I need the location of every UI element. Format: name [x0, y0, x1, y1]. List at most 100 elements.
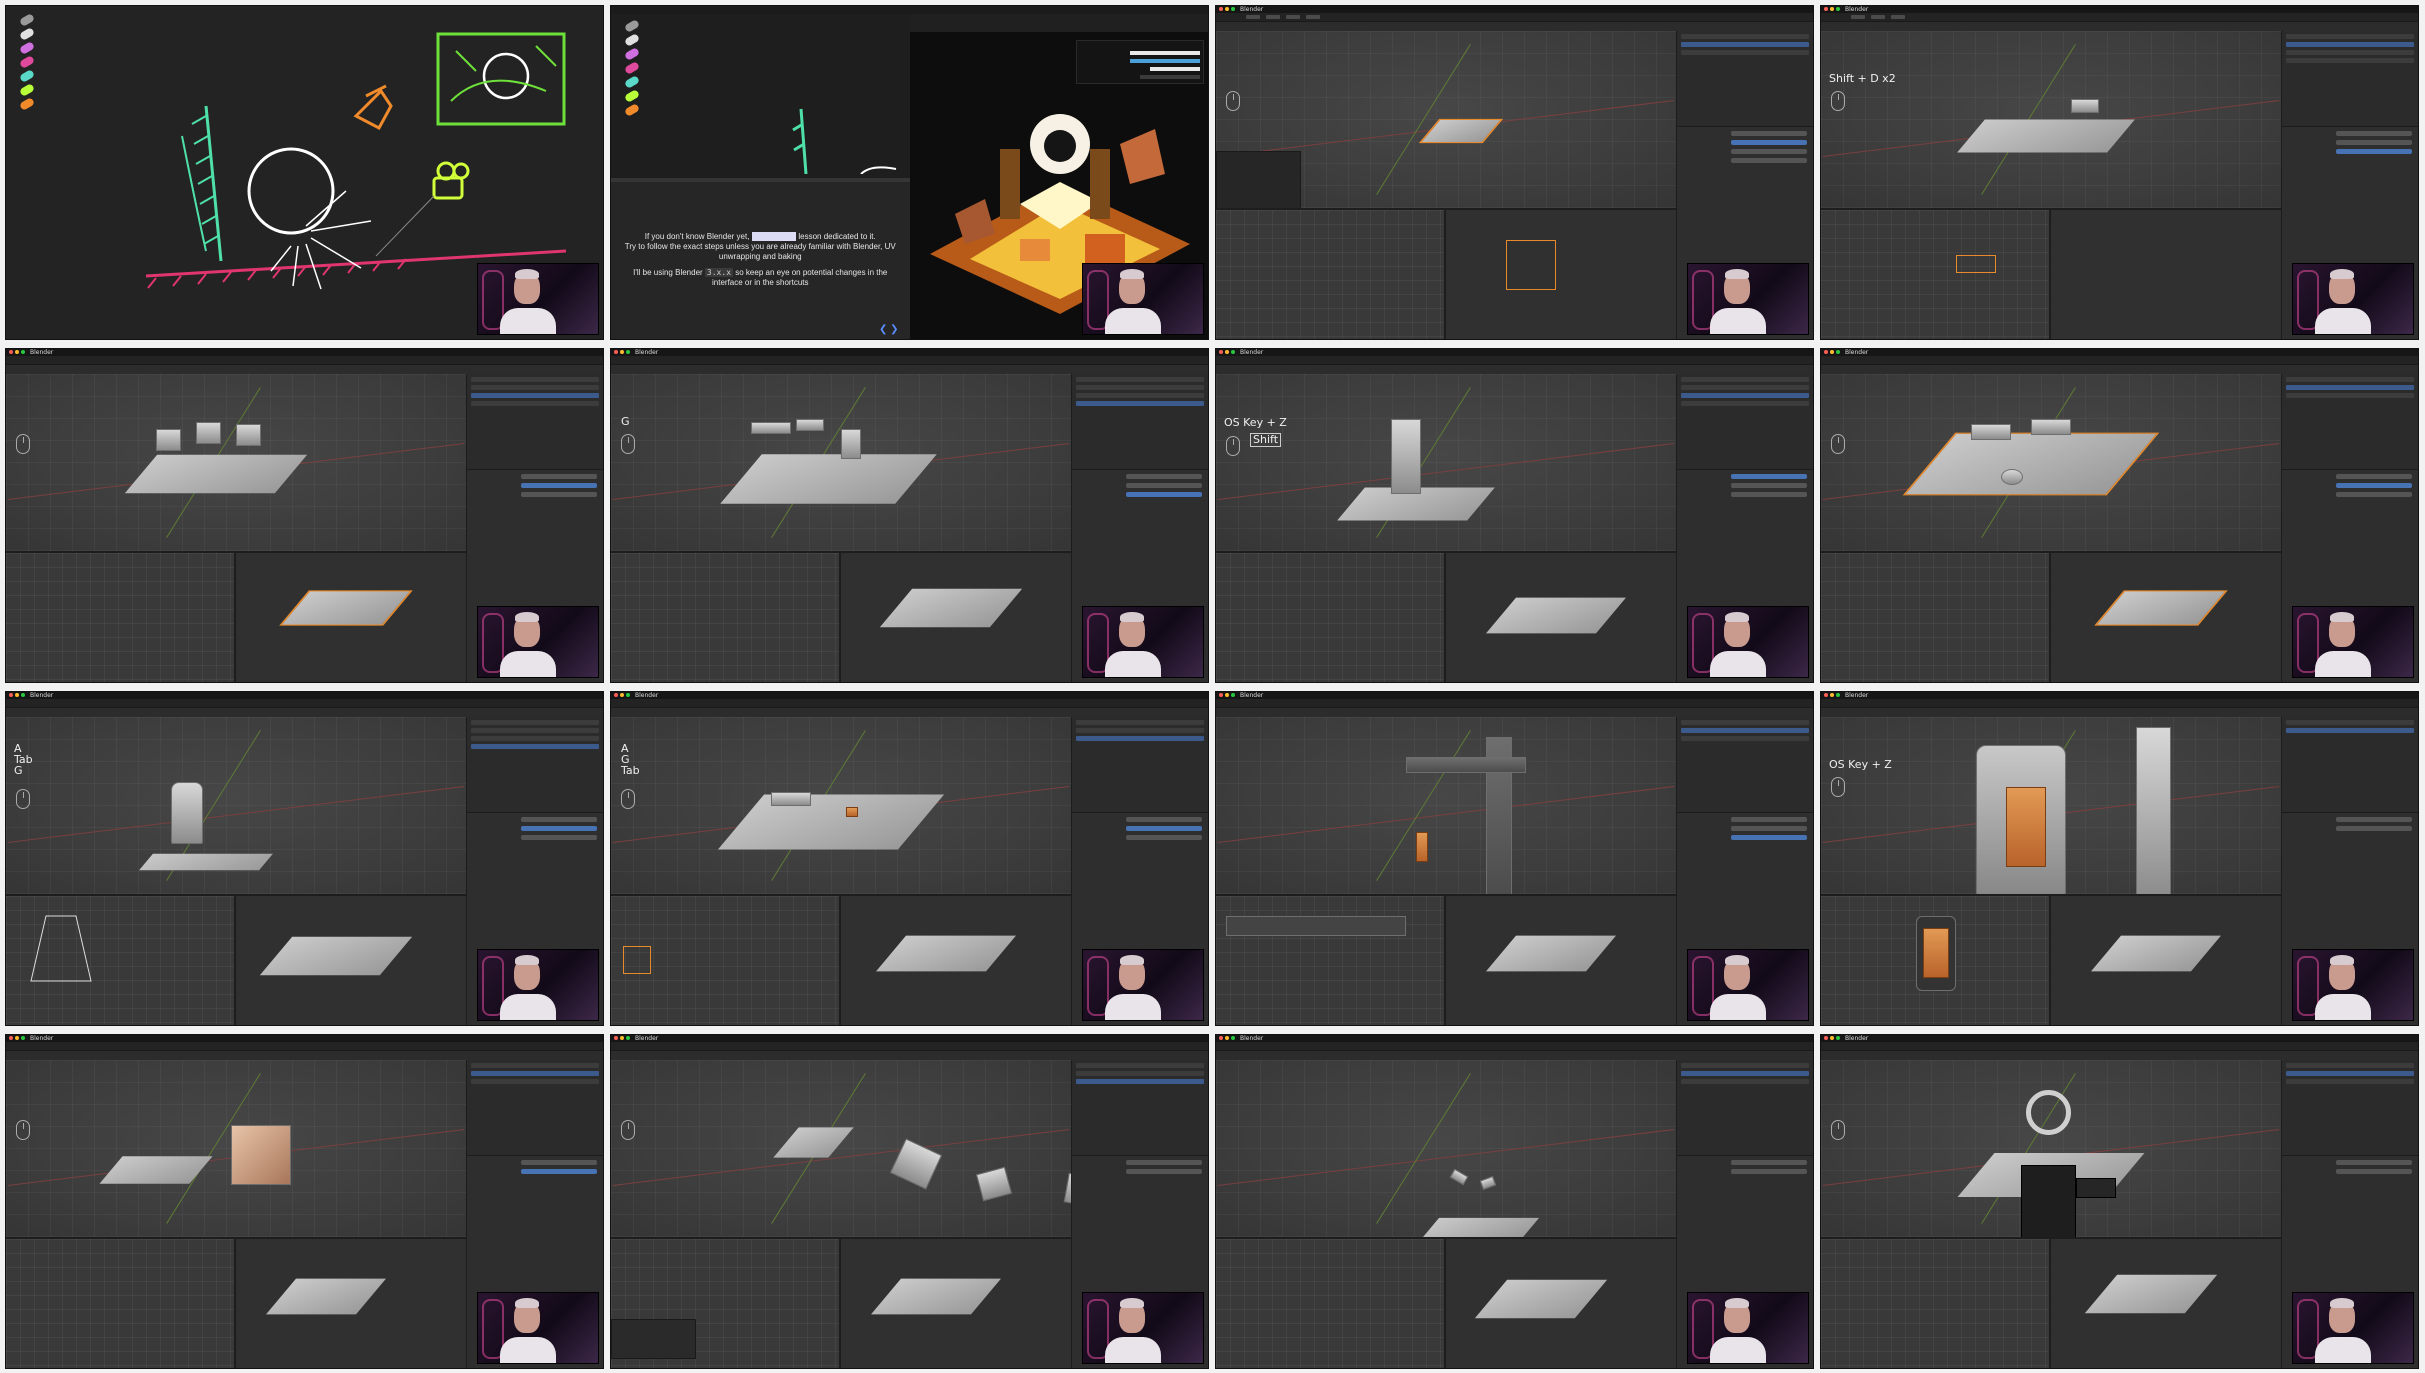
thumbnail-grid: If you don't know Blender yet, lesson de… — [5, 5, 2420, 1369]
frame-blender-7: Blender OS Key + Z Shift — [1215, 348, 1814, 683]
frame-blender-11: Blender — [1215, 691, 1814, 1026]
3d-viewport[interactable] — [1821, 1060, 2281, 1245]
webcam-overlay — [477, 263, 599, 335]
mouse-icon — [621, 789, 635, 809]
uv-editor[interactable] — [611, 1239, 841, 1368]
uv-editor[interactable] — [1821, 896, 2051, 1025]
uv-editor[interactable] — [6, 1239, 236, 1368]
mouse-icon — [1831, 777, 1845, 797]
webcam-overlay — [477, 606, 599, 678]
webcam-overlay — [2292, 949, 2414, 1021]
uv-editor[interactable] — [1821, 210, 2051, 339]
webcam-overlay — [1687, 606, 1809, 678]
2d-viewport[interactable] — [840, 1239, 1071, 1368]
2d-viewport[interactable] — [235, 896, 466, 1025]
3d-viewport[interactable]: A G Tab — [611, 717, 1071, 894]
frame-blender-8: Blender — [1820, 348, 2419, 683]
uv-editor[interactable] — [1216, 210, 1446, 339]
uv-editor[interactable] — [1821, 1239, 2051, 1368]
frame-blender-3: Blender — [1215, 5, 1814, 340]
2d-viewport[interactable] — [2050, 553, 2281, 682]
3d-viewport[interactable]: OS Key + Z Shift — [1216, 374, 1676, 551]
webcam-overlay — [1082, 949, 1204, 1021]
frame-blender-10: Blender A G Tab — [610, 691, 1209, 1026]
mouse-icon — [1831, 434, 1845, 454]
shortcut-overlay: OS Key + Z — [1224, 416, 1287, 429]
3d-viewport[interactable]: A Tab G — [6, 717, 466, 894]
frame-blender-5: Blender — [5, 348, 604, 683]
3d-viewport[interactable] — [611, 1060, 1099, 1237]
frame-drawing-board — [5, 5, 604, 340]
webcam-overlay — [1082, 606, 1204, 678]
uv-editor[interactable] — [1821, 553, 2051, 682]
frame-blender-14: Blender — [610, 1034, 1209, 1369]
next-arrow-icon[interactable]: ❮ ❯ — [879, 324, 899, 335]
3d-viewport[interactable] — [1216, 1060, 1676, 1238]
2d-viewport[interactable] — [1445, 553, 1676, 682]
shortcut-overlay: G — [621, 415, 630, 428]
2d-viewport[interactable] — [1445, 896, 1676, 1025]
lesson-notice-dialog: If you don't know Blender yet, lesson de… — [611, 178, 910, 339]
mouse-icon — [1226, 91, 1240, 111]
dialog-line-1: If you don't know Blender yet, lesson de… — [644, 232, 876, 241]
mouse-icon — [1831, 91, 1845, 111]
frame-browser-dialog: If you don't know Blender yet, lesson de… — [610, 5, 1209, 340]
frame-blender-16: Blender — [1820, 1034, 2419, 1369]
webcam-overlay — [1687, 1292, 1809, 1364]
uv-editor[interactable] — [611, 896, 841, 1025]
mouse-icon — [16, 789, 30, 809]
uv-editor[interactable] — [6, 896, 236, 1025]
2d-viewport[interactable] — [235, 553, 466, 682]
outliner[interactable] — [1675, 31, 1813, 126]
dialog-line-2: Try to follow the exact steps unless you… — [624, 242, 896, 261]
2d-viewport[interactable] — [840, 553, 1071, 682]
mouse-icon — [621, 434, 635, 454]
frame-blender-13: Blender — [5, 1034, 604, 1369]
webcam-overlay — [2292, 263, 2414, 335]
3d-viewport[interactable] — [1216, 31, 1676, 211]
shortcut-g: G — [14, 764, 23, 777]
3d-viewport[interactable] — [1821, 374, 2281, 551]
2d-viewport[interactable] — [2050, 896, 2281, 1025]
redacted-link[interactable] — [751, 232, 797, 241]
3d-viewport[interactable] — [1216, 717, 1676, 897]
browser-tabs[interactable] — [909, 14, 1208, 32]
dialog-line-3: I'll be using Blender 3.x.x so keep an e… — [633, 268, 888, 287]
webcam-overlay — [1687, 263, 1809, 335]
uv-editor[interactable] — [6, 553, 236, 682]
3d-viewport[interactable] — [6, 374, 466, 551]
operator-panel[interactable] — [1216, 151, 1301, 211]
2d-viewport[interactable] — [2050, 1239, 2281, 1368]
webcam-overlay — [477, 1292, 599, 1364]
shortcut-overlay: OS Key + Z — [1829, 758, 1892, 771]
context-menu[interactable] — [2021, 1165, 2076, 1245]
3d-viewport[interactable] — [6, 1060, 466, 1237]
uv-editor[interactable] — [611, 553, 841, 682]
3d-viewport[interactable]: G — [611, 374, 1071, 551]
mouse-icon — [1226, 436, 1240, 456]
frame-blender-12: Blender OS Key + Z — [1820, 691, 2419, 1026]
uv-editor[interactable] — [1216, 1239, 1446, 1368]
outliner[interactable] — [2280, 31, 2418, 126]
2d-viewport[interactable] — [235, 1239, 466, 1368]
frame-blender-15: Blender — [1215, 1034, 1814, 1369]
webcam-overlay — [1082, 263, 1204, 335]
frame-blender-9: Blender A Tab G — [5, 691, 604, 1026]
shift-key-overlay: Shift — [1250, 433, 1282, 447]
3d-viewport[interactable]: Shift + D x2 — [1821, 31, 2281, 208]
2d-viewport[interactable] — [2050, 210, 2281, 339]
submenu[interactable] — [2076, 1178, 2116, 1198]
webcam-overlay — [1687, 949, 1809, 1021]
webcam-overlay — [477, 949, 599, 1021]
webcam-overlay — [1082, 1292, 1204, 1364]
3d-viewport[interactable]: OS Key + Z — [1821, 717, 2281, 897]
uv-editor[interactable] — [1216, 896, 1446, 1025]
frame-blender-6: Blender G — [610, 348, 1209, 683]
2d-viewport[interactable] — [1445, 1239, 1676, 1368]
uv-editor[interactable] — [1216, 553, 1446, 682]
2d-viewport[interactable] — [840, 896, 1071, 1025]
webcam-overlay — [2292, 606, 2414, 678]
2d-viewport[interactable] — [1445, 210, 1676, 339]
frame-blender-4: Blender Shift + D x2 — [1820, 5, 2419, 340]
mouse-icon — [16, 1120, 30, 1140]
